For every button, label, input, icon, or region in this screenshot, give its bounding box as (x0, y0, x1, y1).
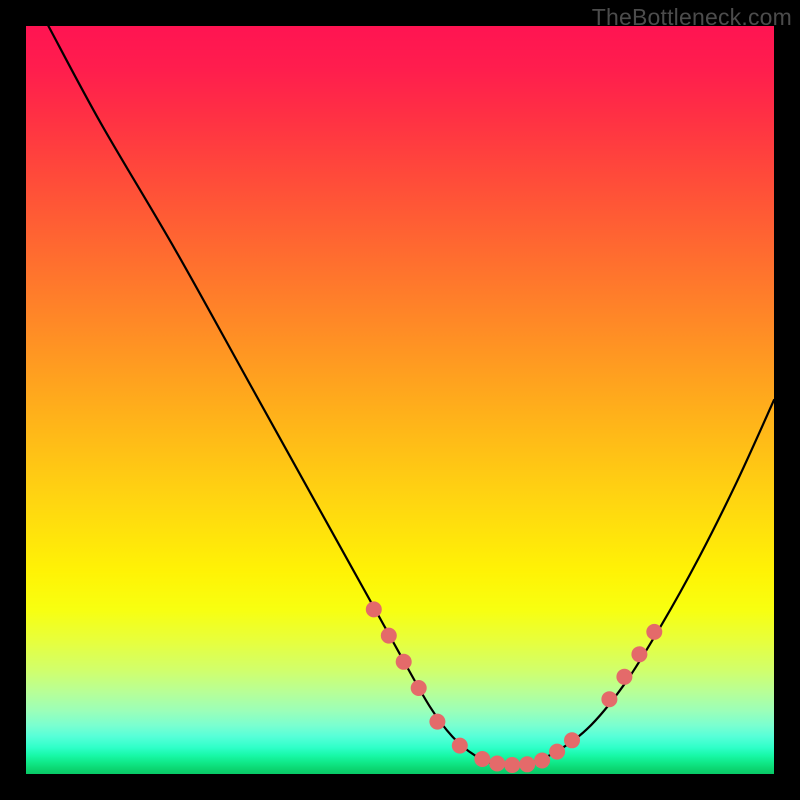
marker-dot (549, 744, 565, 760)
marker-dot (519, 756, 535, 772)
marker-dot (452, 738, 468, 754)
watermark-text: TheBottleneck.com (592, 4, 792, 31)
marker-dot (411, 680, 427, 696)
highlight-markers (366, 601, 663, 773)
chart-svg (26, 26, 774, 774)
plot-area (26, 26, 774, 774)
marker-dot (381, 628, 397, 644)
marker-dot (504, 757, 520, 773)
marker-dot (631, 646, 647, 662)
marker-dot (366, 601, 382, 617)
marker-dot (646, 624, 662, 640)
marker-dot (601, 691, 617, 707)
marker-dot (564, 732, 580, 748)
chart-frame: TheBottleneck.com (0, 0, 800, 800)
curve-layer (48, 26, 774, 766)
marker-dot (429, 714, 445, 730)
marker-dot (534, 753, 550, 769)
marker-dot (474, 751, 490, 767)
marker-dot (489, 756, 505, 772)
marker-dot (616, 669, 632, 685)
marker-dot (396, 654, 412, 670)
bottleneck-curve (48, 26, 774, 766)
